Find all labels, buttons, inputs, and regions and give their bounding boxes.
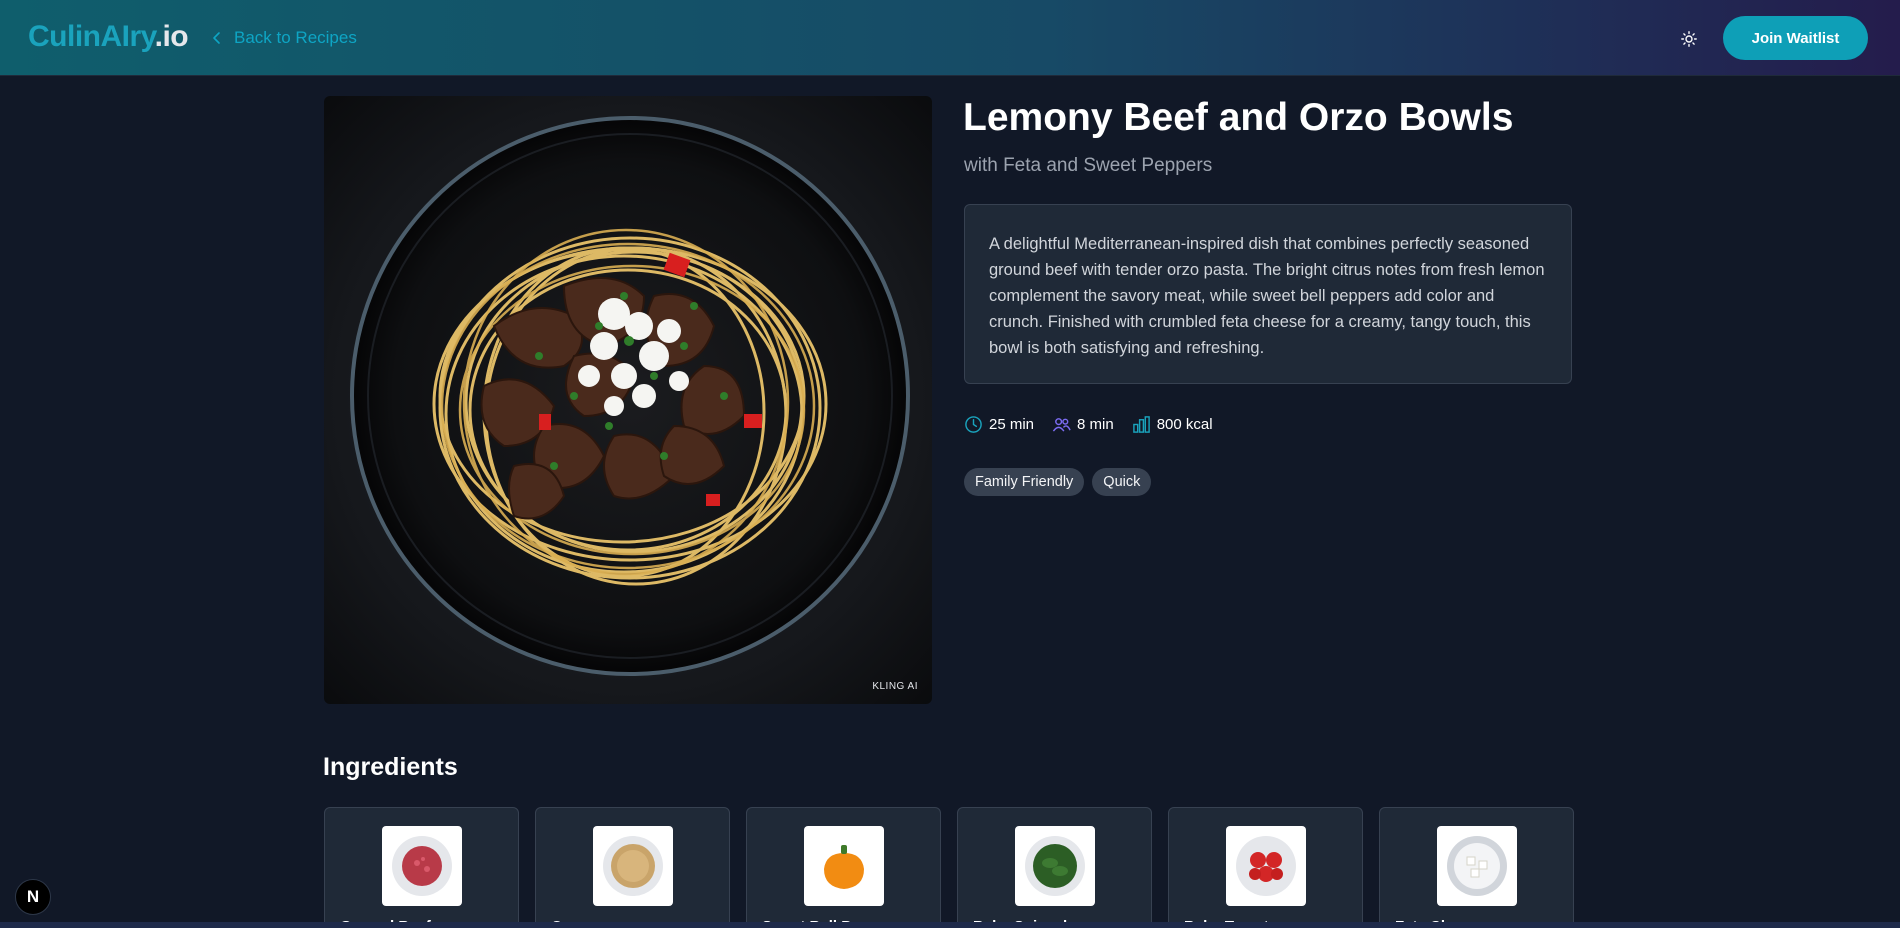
prep-time-value: 8 min [1077, 416, 1114, 433]
total-time-stat: 25 min [964, 415, 1034, 434]
clock-icon [965, 416, 982, 433]
feta-icon [1437, 826, 1517, 906]
bottom-edge-bar [0, 922, 1900, 928]
theme-toggle-button[interactable] [1677, 27, 1701, 51]
tomatoes-icon [1226, 826, 1306, 906]
logo-suffix-text: .io [154, 20, 189, 53]
logo[interactable]: CulinAIry.io [28, 20, 189, 54]
bar-chart-icon [1132, 416, 1150, 433]
ingredient-card[interactable]: Feta Cheese [1379, 807, 1574, 928]
tag-quick[interactable]: Quick [1092, 468, 1152, 496]
ingredients-list: Ground Beef Orzo Sweet Bell Pepper Baby … [324, 807, 1574, 928]
back-link-label: Back to Recipes [234, 28, 357, 47]
ground-beef-icon [382, 826, 462, 906]
calories-stat: 800 kcal [1132, 415, 1213, 434]
total-time-value: 25 min [989, 416, 1035, 433]
spinach-icon [1015, 826, 1095, 906]
calories-value: 800 kcal [1156, 416, 1213, 433]
join-waitlist-button[interactable]: Join Waitlist [1723, 16, 1868, 60]
sun-icon [1681, 31, 1697, 47]
recipe-image: KLING AI [324, 96, 932, 704]
ingredient-card[interactable]: Baby Spinach [957, 807, 1152, 928]
top-header: CulinAIry.io Back to Recipes Join Waitli… [0, 0, 1900, 76]
users-icon [1052, 418, 1071, 432]
dev-tools-badge[interactable]: N [15, 879, 51, 915]
recipe-subtitle: with Feta and Sweet Peppers [964, 155, 1213, 176]
dish-illustration [350, 116, 910, 676]
chevron-left-icon [213, 32, 220, 44]
back-to-recipes-link[interactable]: Back to Recipes [210, 28, 357, 48]
ingredient-card[interactable]: Sweet Bell Pepper [746, 807, 941, 928]
orzo-icon [593, 826, 673, 906]
ingredient-card[interactable]: Baby Tomatoes [1168, 807, 1363, 928]
ingredient-card[interactable]: Orzo [535, 807, 730, 928]
image-watermark: KLING AI [872, 681, 918, 692]
bell-pepper-icon [804, 826, 884, 906]
prep-time-stat: 8 min [1052, 415, 1114, 434]
recipe-stats: 25 min 8 min 800 kcal [964, 415, 1213, 434]
recipe-tags: Family Friendly Quick [964, 468, 1152, 496]
ingredients-heading: Ingredients [323, 753, 458, 781]
tag-family-friendly[interactable]: Family Friendly [964, 468, 1085, 496]
logo-main-text: CulinAIry [28, 20, 155, 53]
recipe-description: A delightful Mediterranean-inspired dish… [989, 235, 1545, 357]
ingredient-card[interactable]: Ground Beef [324, 807, 519, 928]
recipe-title: Lemony Beef and Orzo Bowls [963, 96, 1514, 139]
recipe-description-card: A delightful Mediterranean-inspired dish… [964, 204, 1572, 384]
